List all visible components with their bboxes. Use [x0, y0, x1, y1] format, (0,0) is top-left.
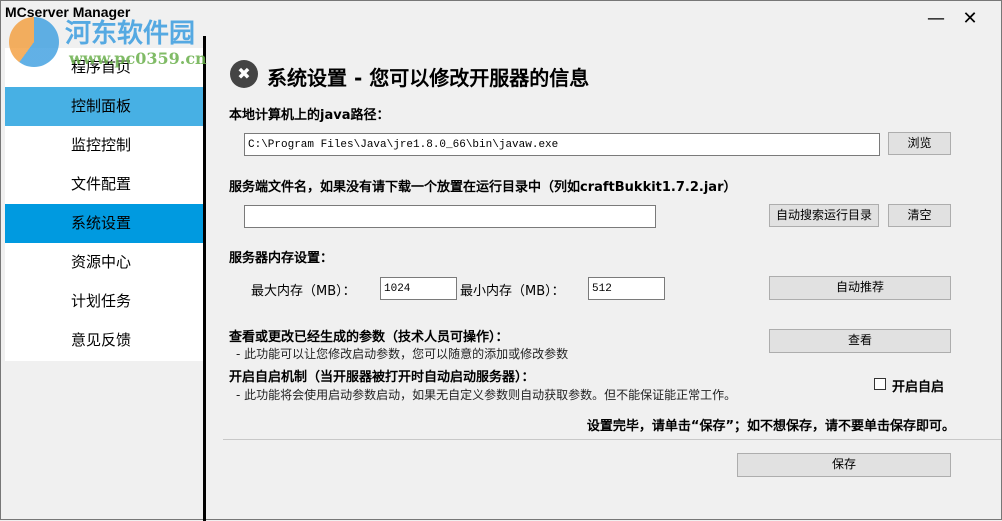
- params-label: 查看或更改已经生成的参数（技术人员可操作）：: [229, 330, 509, 345]
- memory-label: 服务器内存设置：: [229, 251, 334, 266]
- save-button[interactable]: 保存: [737, 453, 951, 477]
- autostart-checkbox[interactable]: [874, 378, 886, 390]
- sidebar-item-file-config[interactable]: 文件配置: [5, 165, 203, 204]
- separator: [223, 439, 1001, 440]
- min-memory-input[interactable]: [588, 277, 665, 300]
- autostart-checkbox-label[interactable]: 开启自启: [892, 376, 944, 395]
- page-title: 系统设置 - 您可以修改开服器的信息: [267, 66, 590, 90]
- max-memory-input[interactable]: [380, 277, 457, 300]
- tools-icon: ✖: [230, 60, 258, 88]
- minimize-button[interactable]: —: [921, 7, 951, 31]
- watermark-logo-icon: [9, 17, 59, 67]
- clear-button[interactable]: 清空: [888, 204, 951, 227]
- autostart-label: 开启自启机制（当开服器被打开时自动启动服务器）：: [229, 370, 535, 385]
- sidebar-item-tasks[interactable]: 计划任务: [5, 282, 203, 321]
- window-title: MCserver Manager: [5, 4, 131, 20]
- save-notice: 设置完毕，请单击“保存”；如不想保存，请不要单击保存即可。: [586, 419, 955, 434]
- auto-search-button[interactable]: 自动搜索运行目录: [769, 204, 879, 227]
- view-params-button[interactable]: 查看: [769, 329, 951, 353]
- auto-recommend-button[interactable]: 自动推荐: [769, 276, 951, 300]
- server-file-label: 服务端文件名，如果没有请下载一个放置在运行目录中（列如craftBukkit1.…: [229, 180, 737, 195]
- max-memory-label: 最大内存（MB）：: [251, 284, 356, 299]
- params-hint: - 此功能可以让您修改启动参数，您可以随意的添加或修改参数: [236, 347, 569, 361]
- sidebar-item-resources[interactable]: 资源中心: [5, 243, 203, 282]
- min-memory-label: 最小内存（MB）：: [460, 284, 565, 299]
- sidebar-item-control-panel[interactable]: 控制面板: [5, 87, 203, 126]
- java-path-input[interactable]: [244, 133, 880, 156]
- java-path-label: 本地计算机上的java路径：: [229, 108, 390, 123]
- sidebar-divider: [203, 36, 206, 521]
- sidebar-item-feedback[interactable]: 意见反馈: [5, 321, 203, 360]
- browse-button[interactable]: 浏览: [888, 132, 951, 155]
- sidebar-item-monitor[interactable]: 监控控制: [5, 126, 203, 165]
- close-button[interactable]: ✕: [955, 7, 985, 31]
- autostart-hint: - 此功能将会使用启动参数启动，如果无自定义参数则自动获取参数。但不能保证能正常…: [236, 388, 737, 402]
- sidebar: 程序首页 控制面板 监控控制 文件配置 系统设置 资源中心 计划任务 意见反馈: [5, 48, 203, 361]
- server-file-input[interactable]: [244, 205, 656, 228]
- sidebar-item-settings[interactable]: 系统设置: [5, 204, 203, 243]
